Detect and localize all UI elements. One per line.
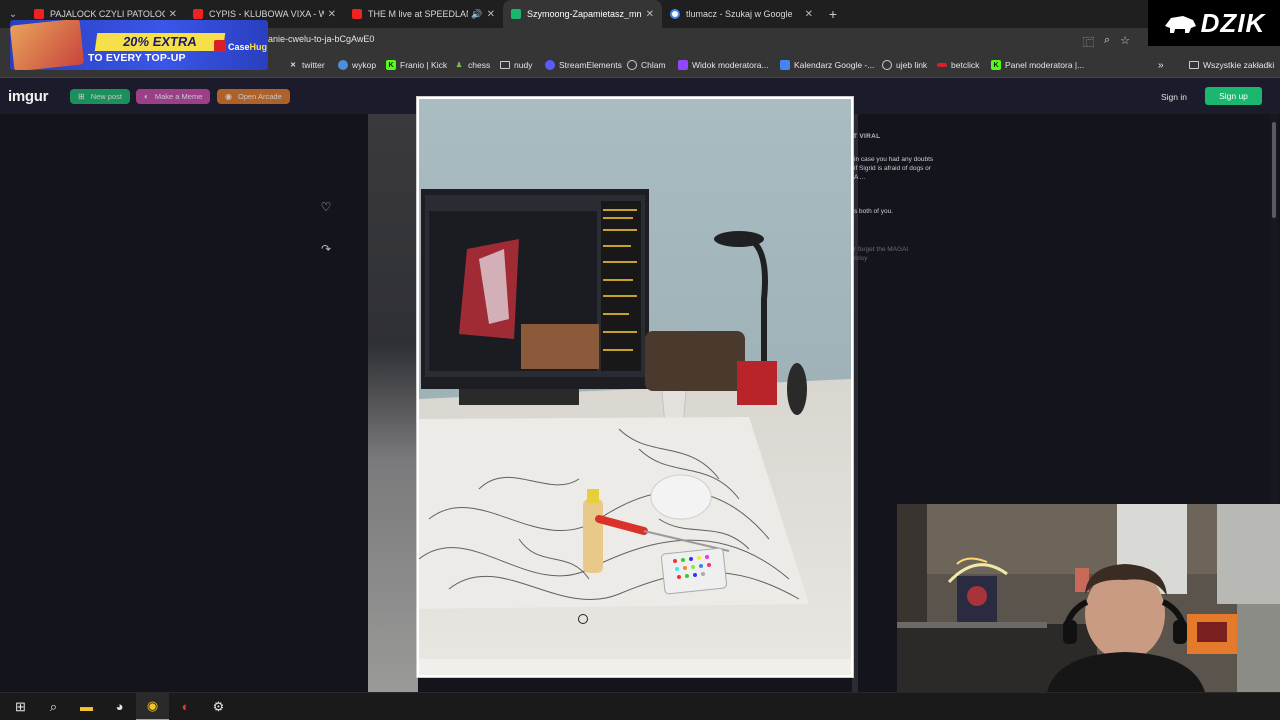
sign-up-button[interactable]: Sign up	[1205, 87, 1262, 105]
speaker-icon[interactable]: 🔊	[471, 9, 482, 20]
boar-icon	[1164, 16, 1196, 33]
most-viral-heading: T VIRAL	[853, 133, 881, 140]
bookmark-star-icon[interactable]: ☆	[1120, 34, 1130, 50]
google-icon	[670, 9, 680, 19]
meme-icon: ◐	[144, 92, 149, 101]
close-tab-icon[interactable]: ✕	[646, 9, 654, 20]
close-tab-icon[interactable]: ✕	[328, 9, 336, 20]
chrome-icon[interactable]: ◉	[136, 692, 169, 720]
wykop-icon	[338, 60, 348, 70]
youtube-icon	[34, 9, 44, 19]
settings-gear-icon[interactable]: ⚙	[202, 693, 235, 720]
favorite-heart-icon[interactable]: ♡	[310, 196, 342, 218]
tab-title: THE M live at SPEEDLAND	[368, 9, 469, 19]
youtube-icon	[352, 9, 362, 19]
casehug-logo-icon	[214, 40, 226, 52]
close-tab-icon[interactable]: ✕	[487, 9, 495, 20]
bookmark-kick-panel[interactable]: K Panel moderatora |...	[991, 60, 1084, 70]
comment-line[interactable]: if Sigrid is afraid of dogs or	[854, 165, 931, 173]
comment-line[interactable]: r forget the MAGAt	[854, 246, 908, 254]
zoom-cursor-icon	[578, 614, 588, 624]
kick-icon: K	[991, 60, 1001, 70]
bookmark-twitter[interactable]: ✕ twitter	[288, 60, 325, 70]
bookmark-wykop[interactable]: wykop	[338, 60, 376, 70]
expanded-post-image[interactable]	[416, 96, 854, 678]
bookmark-kick[interactable]: K Franio | Kick	[386, 60, 447, 70]
betclic-icon	[937, 63, 947, 67]
tab-4-active[interactable]: Szymoong-Zapamietasz_mnie_ ✕	[503, 0, 662, 28]
promo-headline: 20% EXTRA	[94, 33, 226, 51]
webcam-feed	[897, 504, 1280, 692]
all-bookmarks[interactable]: Wszystkie zakładki	[1189, 60, 1274, 70]
tab-3[interactable]: THE M live at SPEEDLAND 🔊 ✕	[344, 0, 503, 28]
close-tab-icon[interactable]: ✕	[805, 9, 813, 20]
desk-photo	[419, 99, 851, 675]
url-input[interactable]: anie-cwelu-to-ja-bCgAwE0	[268, 34, 374, 44]
new-post-button[interactable]: ⊞ New post	[70, 89, 130, 104]
new-tab-button[interactable]: +	[821, 0, 845, 28]
bookmark-nudy[interactable]: nudy	[500, 60, 532, 70]
kick-icon: K	[386, 60, 396, 70]
zoom-icon[interactable]: ⌕	[1104, 34, 1110, 50]
arcade-icon: ◉	[225, 92, 232, 101]
imgur-icon	[511, 9, 521, 19]
promo-brand: CaseHug	[228, 42, 268, 52]
search-icon[interactable]: ⌕	[37, 693, 70, 720]
close-tab-icon[interactable]: ✕	[169, 9, 177, 20]
windows-taskbar: ⊞ ⌕ ▬ ◕ ◉ ◐ ⚙	[0, 692, 1280, 720]
share-arrow-icon[interactable]: ↷	[310, 238, 342, 260]
calendar-icon	[780, 60, 790, 70]
translate-icon[interactable]: ⿸	[1083, 34, 1094, 50]
folder-icon	[500, 61, 510, 69]
dzik-logo: DZIK	[1148, 0, 1280, 46]
bookmark-google-calendar[interactable]: Kalendarz Google -...	[780, 60, 874, 70]
x-icon: ✕	[290, 62, 296, 69]
folder-icon	[1189, 61, 1199, 69]
scrollbar-thumb[interactable]	[1272, 122, 1276, 218]
globe-icon	[627, 60, 637, 70]
tab-title: tlumacz - Szukaj w Google	[686, 9, 793, 19]
bookmark-chess[interactable]: ♟ chess	[454, 60, 490, 70]
youtube-icon	[193, 9, 203, 19]
bookmark-streamelements[interactable]: StreamElements	[545, 60, 622, 70]
make-meme-button[interactable]: ◐ Make a Meme	[136, 89, 211, 104]
promo-prize-graphic	[10, 20, 85, 70]
bookmark-chlam[interactable]: Chlam	[627, 60, 666, 70]
plus-icon: ⊞	[78, 92, 85, 101]
comment-line[interactable]: in case you had any doubts	[854, 156, 933, 164]
streamelements-icon	[545, 60, 555, 70]
tab-title: PAJALOCK CZYLI PATOLOGIA N	[50, 9, 165, 19]
promo-subline: TO EVERY TOP-UP	[88, 52, 186, 64]
tab-5[interactable]: tlumacz - Szukaj w Google ✕	[662, 0, 821, 28]
open-arcade-button[interactable]: ◉ Open Arcade	[217, 89, 290, 104]
file-explorer-icon[interactable]: ▬	[70, 693, 103, 720]
address-bar-actions: ⿸ ⌕ ☆	[1083, 34, 1130, 50]
comment-line[interactable]: s both of you.	[854, 208, 893, 216]
webcam-overlay	[897, 504, 1280, 692]
bookmark-betclick[interactable]: betclick	[937, 60, 979, 70]
promo-banner: 20% EXTRA TO EVERY TOP-UP CaseHug	[10, 20, 268, 70]
app-icon[interactable]: ◕	[103, 693, 136, 720]
globe-icon	[882, 60, 892, 70]
post-image-background	[368, 114, 418, 692]
tab-title: Szymoong-Zapamietasz_mnie_	[527, 9, 642, 19]
comment-line[interactable]: A ...	[854, 174, 865, 182]
chess-icon: ♟	[455, 62, 463, 69]
dzik-wordmark: DZIK	[1200, 7, 1266, 38]
imgur-logo[interactable]: imgur	[8, 88, 48, 105]
twitch-icon	[678, 60, 688, 70]
screen: ⌄ PAJALOCK CZYLI PATOLOGIA N ✕ CYPIS - K…	[0, 0, 1280, 720]
more-bookmarks-chevron-icon[interactable]: »	[1158, 60, 1164, 71]
bookmark-ujeb-link[interactable]: ujeb link	[882, 60, 927, 70]
windows-start-icon[interactable]: ⊞	[4, 693, 37, 720]
comment-line[interactable]: crisy	[854, 255, 867, 263]
tab-title: CYPIS - KLUBOWA VIXA - WER	[209, 9, 324, 19]
obs-app-icon[interactable]: ◐	[169, 693, 202, 720]
sign-in-link[interactable]: Sign in	[1161, 92, 1187, 102]
bookmark-twitch-mod[interactable]: Widok moderatora...	[678, 60, 769, 70]
